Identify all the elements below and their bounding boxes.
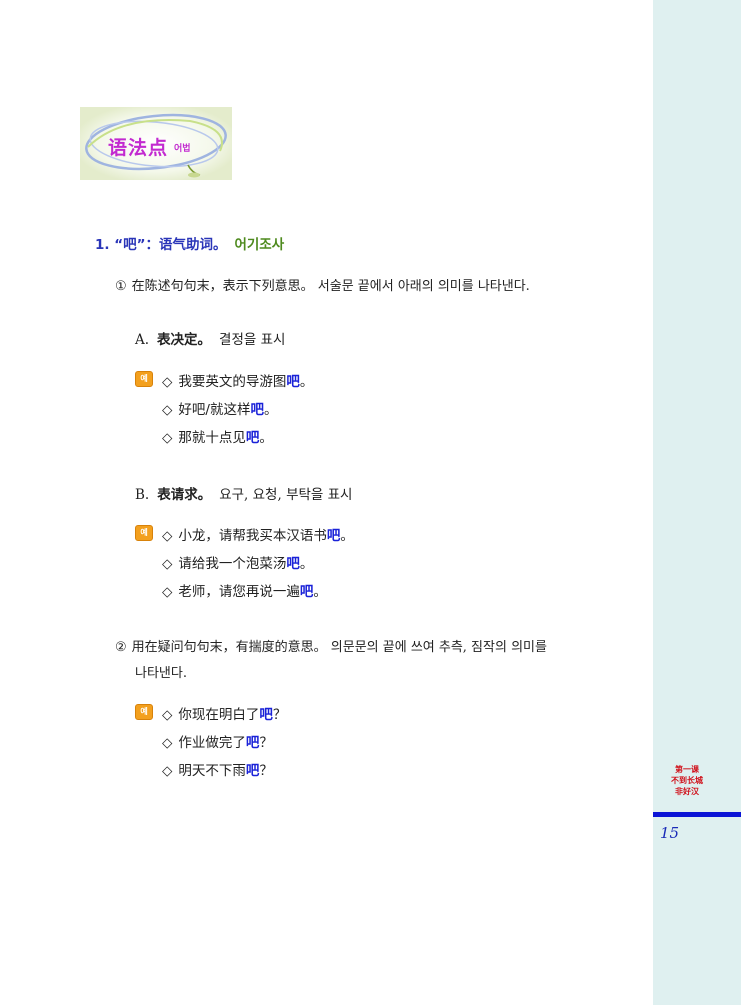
example-icon: 예 <box>135 525 153 541</box>
particle-highlight: 吧 <box>245 763 260 779</box>
example-text: 我要英文的导游图 <box>178 374 287 390</box>
diamond-icon: ◇ <box>162 556 173 572</box>
example-text: 小龙，请帮我买本汉语书 <box>178 528 327 544</box>
subsection-b-heading: B. 表请求。 요구, 요청, 부탁을 표시 <box>135 483 352 503</box>
heading-korean: 어기조사 <box>234 237 285 253</box>
example-punct: ？ <box>272 707 287 723</box>
page-number-divider <box>653 812 741 817</box>
point-2-marker: ② <box>115 640 127 655</box>
example-a-1: ◇ 我要英文的导游图吧。 <box>162 370 313 390</box>
point-2-continued: 나타낸다. <box>135 662 187 681</box>
example-text: 明天不下雨 <box>178 763 246 779</box>
example-c-3: ◇ 明天不下雨吧？ <box>162 759 273 779</box>
point-2-line-2: 나타낸다. <box>135 666 187 681</box>
example-text: 请给我一个泡菜汤 <box>178 556 287 572</box>
point-2: ② 用在疑问句句末，有揣度的意思。 의문문의 끝에 쓰여 추측, 짐작의 의미를 <box>115 636 547 655</box>
diamond-icon: ◇ <box>162 735 173 751</box>
particle-highlight: 吧 <box>286 556 300 572</box>
subsection-b-letter: B. <box>135 487 150 503</box>
example-c-2: ◇ 作业做完了吧？ <box>162 731 273 751</box>
example-text: 你现在明白了 <box>178 707 260 723</box>
example-c-1: ◇ 你现在明白了吧？ <box>162 703 286 723</box>
diamond-icon: ◇ <box>162 430 173 446</box>
point-1: ① 在陈述句句末，表示下列意思。 서술문 끝에서 아래의 의미를 나타낸다. <box>115 275 530 294</box>
particle-highlight: 吧 <box>250 402 264 418</box>
heading-chinese: 1. “吧”：语气助词。 <box>95 237 227 253</box>
example-b-2: ◇ 请给我一个泡菜汤吧。 <box>162 552 313 572</box>
example-punct: ？ <box>259 763 273 779</box>
example-a-2: ◇ 好吧/就这样吧。 <box>162 398 277 418</box>
subsection-a-korean: 결정을 표시 <box>219 332 286 348</box>
example-punct: 。 <box>263 402 278 418</box>
subsection-a-chinese: 表决定。 <box>157 332 212 348</box>
diamond-icon: ◇ <box>162 528 173 544</box>
example-punct: 。 <box>340 528 354 544</box>
particle-highlight: 吧 <box>245 430 260 446</box>
example-text: 好吧/就这样 <box>178 402 251 418</box>
particle-highlight: 吧 <box>259 707 273 723</box>
example-text: 老师，请您再说一遍 <box>178 584 300 600</box>
diamond-icon: ◇ <box>162 763 173 779</box>
point-1-text: 在陈述句句末，表示下列意思。 서술문 끝에서 아래의 의미를 나타낸다. <box>131 279 530 294</box>
lesson-title: 第一课 不到长城 非好汉 <box>653 764 721 797</box>
grammar-badge: 语法点 어법 <box>80 107 232 180</box>
example-punct: 。 <box>299 556 314 572</box>
diamond-icon: ◇ <box>162 402 173 418</box>
example-text: 作业做完了 <box>178 735 246 751</box>
example-text: 那就十点见 <box>178 430 246 446</box>
point-1-marker: ① <box>115 279 127 294</box>
subsection-a-heading: A. 表决定。 결정을 표시 <box>135 328 285 348</box>
example-icon: 예 <box>135 371 153 387</box>
page-number: 15 <box>660 824 680 842</box>
example-b-1: ◇ 小龙，请帮我买本汉语书吧。 <box>162 524 354 544</box>
lesson-line-3: 非好汉 <box>675 786 699 796</box>
example-punct: ？ <box>259 735 273 751</box>
example-icon: 예 <box>135 704 153 720</box>
diamond-icon: ◇ <box>162 374 173 390</box>
diamond-icon: ◇ <box>162 707 173 723</box>
subsection-b-korean: 요구, 요청, 부탁을 표시 <box>219 487 353 503</box>
point-2-line-1: 用在疑问句句末，有揣度的意思。 의문문의 끝에 쓰여 추측, 짐작의 의미를 <box>131 640 547 655</box>
example-punct: 。 <box>259 430 273 446</box>
example-a-3: ◇ 那就十点见吧。 <box>162 426 273 446</box>
particle-highlight: 吧 <box>326 528 341 544</box>
section-heading: 1. “吧”：语气助词。 어기조사 <box>95 233 284 253</box>
particle-highlight: 吧 <box>245 735 260 751</box>
particle-highlight: 吧 <box>286 374 300 390</box>
example-punct: 。 <box>313 584 327 600</box>
example-punct: 。 <box>299 374 314 390</box>
badge-title: 语法点 <box>108 137 169 159</box>
badge-subtitle: 어법 <box>174 144 191 154</box>
lesson-line-1: 第一课 <box>675 764 699 774</box>
lesson-line-2: 不到长城 <box>671 775 703 785</box>
page-sidebar: 第一课 不到长城 非好汉 15 <box>653 0 741 1005</box>
particle-highlight: 吧 <box>299 584 314 600</box>
diamond-icon: ◇ <box>162 584 173 600</box>
example-b-3: ◇ 老师，请您再说一遍吧。 <box>162 580 327 600</box>
subsection-b-chinese: 表请求。 <box>157 487 212 503</box>
subsection-a-letter: A. <box>135 332 150 348</box>
